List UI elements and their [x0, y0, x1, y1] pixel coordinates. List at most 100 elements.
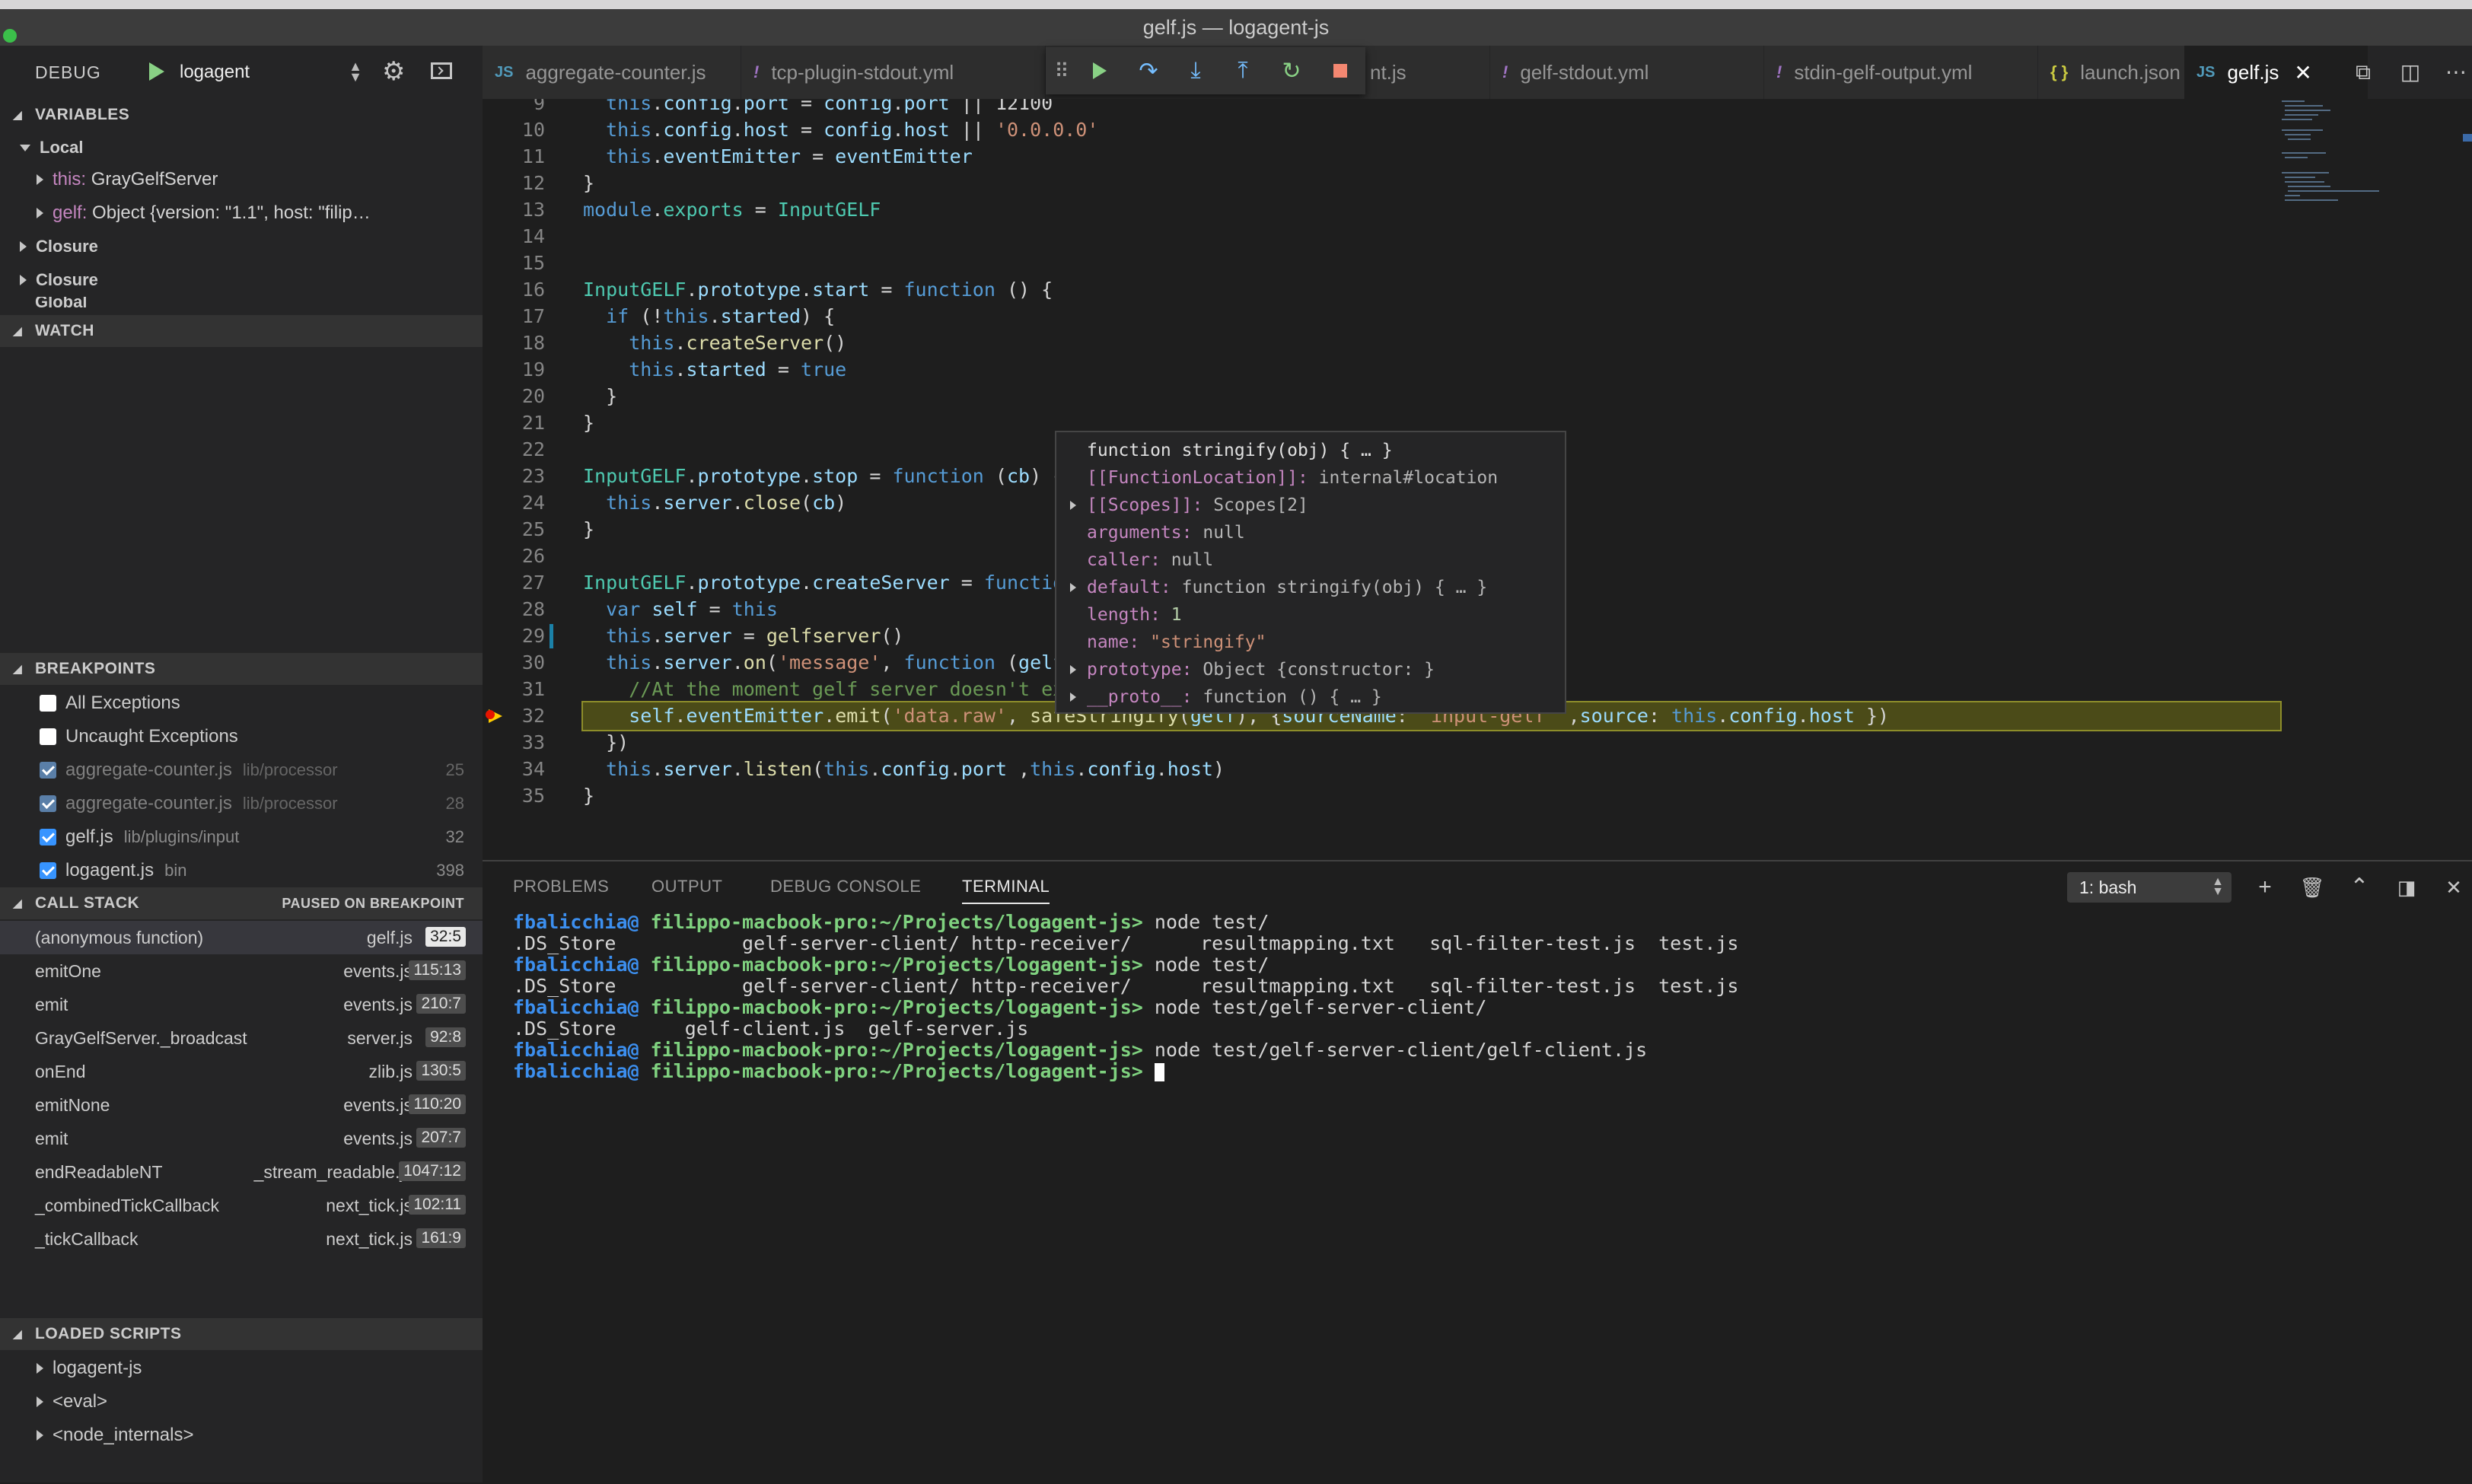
callstack-frame[interactable]: emitOne events.js 115:13 — [0, 954, 483, 988]
checkbox[interactable] — [40, 862, 56, 879]
variables-header[interactable]: ◢ VARIABLES — [0, 99, 483, 131]
line-number: 34 — [521, 758, 545, 780]
property-value: function () { … } — [1203, 687, 1382, 707]
hover-property[interactable]: [[Scopes]]: Scopes[2] — [1056, 492, 1565, 519]
terminal-output[interactable]: fbalicchia@ filippo-macbook-pro:~/Projec… — [513, 912, 2461, 1082]
step-over-icon[interactable]: ↷ — [1134, 56, 1163, 85]
prompt-user: fbalicchia@ — [513, 911, 639, 933]
variable-gelf[interactable]: gelf: Object {version: "1.1", host: "fil… — [0, 196, 483, 230]
chevron-up-icon[interactable]: ⌃ — [2344, 872, 2375, 903]
loaded-scripts-header[interactable]: ◢ LOADED SCRIPTS — [0, 1318, 483, 1350]
callstack-frame[interactable]: emit events.js 210:7 — [0, 988, 483, 1021]
gear-icon[interactable]: ⚙ — [382, 58, 405, 85]
continue-button[interactable] — [1085, 56, 1114, 85]
scope-closure[interactable]: Closure — [0, 263, 483, 297]
callstack-header[interactable]: ◢ CALL STACK PAUSED ON BREAKPOINT — [0, 887, 483, 919]
code-text: this.eventEmitter = eventEmitter — [606, 145, 973, 167]
breakpoint-item[interactable]: aggregate-counter.js lib/processor 28 — [0, 787, 483, 820]
tab-aggregate-counter[interactable]: JS aggregate-counter.js — [483, 46, 741, 99]
loaded-script-item[interactable]: <node_internals> — [0, 1419, 483, 1452]
code-line: 35} — [483, 782, 2472, 810]
overview-ruler-marker — [2463, 134, 2472, 142]
hover-property[interactable]: prototype: Object {constructor: } — [1056, 656, 1565, 683]
tab-nt-js[interactable]: nt.js — [1368, 46, 1490, 99]
checkbox[interactable] — [40, 762, 56, 779]
code-text: this.config.port = config.port || 12100 — [606, 99, 1053, 114]
tab-problems[interactable]: PROBLEMS — [513, 877, 609, 896]
line-number: 17 — [521, 305, 545, 327]
property-value: null — [1203, 523, 1245, 543]
restart-icon[interactable]: ↻ — [1277, 56, 1306, 85]
terminal-output-line: .DS_Store gelf-server-client/ http-recei… — [513, 933, 2461, 954]
callstack-frame[interactable]: _tickCallback next_tick.js 161:9 — [0, 1222, 483, 1256]
frame-file: next_tick.js — [326, 1229, 413, 1249]
step-into-icon[interactable]: ⤓ — [1181, 56, 1210, 85]
tab-gelf-js[interactable]: JS gelf.js ✕ — [2184, 46, 2368, 99]
tab-output[interactable]: OUTPUT — [651, 877, 722, 896]
checkbox[interactable] — [40, 728, 56, 745]
callstack-frame[interactable]: (anonymous function) gelf.js 32:5 — [0, 921, 483, 954]
callstack-frame[interactable]: onEnd zlib.js 130:5 — [0, 1055, 483, 1088]
line-number: 33 — [521, 731, 545, 753]
tab-debug-console[interactable]: DEBUG CONSOLE — [770, 877, 921, 896]
callstack-frame[interactable]: _combinedTickCallback next_tick.js 102:11 — [0, 1189, 483, 1222]
frame-position-badge: 210:7 — [416, 994, 466, 1014]
toggle-panel-icon[interactable]: ◨ — [2391, 872, 2422, 903]
loaded-script-item[interactable]: logagent-js — [0, 1352, 483, 1385]
breakpoint-item[interactable]: logagent.js bin 398 — [0, 854, 483, 887]
tab-terminal[interactable]: TERMINAL — [962, 877, 1050, 904]
scope-global[interactable]: Global — [0, 297, 483, 307]
checkbox[interactable] — [40, 795, 56, 812]
hover-property[interactable]: default: function stringify(obj) { … } — [1056, 574, 1565, 601]
code-line: 19 this.started = true — [483, 356, 2472, 384]
debug-console-icon[interactable] — [431, 62, 452, 79]
callstack-frame[interactable]: emitNone events.js 110:20 — [0, 1088, 483, 1122]
trash-icon[interactable]: 🗑 — [2297, 872, 2327, 903]
callstack-frame[interactable]: GrayGelfServer._broadcast server.js 92:8 — [0, 1021, 483, 1055]
breakpoint-item[interactable]: aggregate-counter.js lib/processor 25 — [0, 753, 483, 787]
prompt-path: filippo-macbook-pro:~/Projects/logagent-… — [650, 911, 1143, 933]
terminal-select[interactable]: 1: bash ▲ ▼ — [2067, 872, 2231, 903]
minimap[interactable] — [2280, 99, 2379, 221]
hover-property[interactable]: __proto__: function () { … } — [1056, 683, 1565, 711]
scope-closure[interactable]: Closure — [0, 230, 483, 263]
checkbox[interactable] — [40, 695, 56, 712]
launch-config-select[interactable]: logagent ▲ ▼ — [180, 58, 367, 87]
code-text: } — [583, 172, 595, 194]
tab-tcp-plugin-stdout[interactable]: ! tcp-plugin-stdout.yml — [741, 46, 1046, 99]
line-number: 19 — [521, 358, 545, 381]
frame-file: events.js — [343, 1095, 413, 1115]
window-zoom-button[interactable] — [3, 29, 17, 43]
chevron-right-icon — [37, 1396, 43, 1407]
drag-handle-icon[interactable]: ⠿ — [1047, 56, 1076, 85]
tab-stdin-gelf-output[interactable]: ! stdin-gelf-output.yml — [1764, 46, 2038, 99]
checkbox[interactable] — [40, 829, 56, 845]
debug-title: DEBUG — [35, 62, 101, 82]
start-debugging-button[interactable] — [142, 56, 172, 87]
breakpoint-item[interactable]: gelf.js lib/plugins/input 32 — [0, 820, 483, 854]
breakpoint-all-exceptions[interactable]: All Exceptions — [0, 686, 483, 720]
frame-position-badge: 1047:12 — [399, 1161, 466, 1181]
callstack-frame[interactable]: emit events.js 207:7 — [0, 1122, 483, 1155]
stop-button[interactable] — [1326, 56, 1355, 85]
watch-header[interactable]: ◢ WATCH — [0, 315, 483, 347]
scope-local[interactable]: Local — [0, 131, 483, 164]
step-out-icon[interactable]: ⤒ — [1228, 56, 1257, 85]
debug-toolbar: DEBUG logagent ▲ ▼ ⚙ — [0, 46, 483, 99]
new-terminal-icon[interactable]: + — [2250, 872, 2280, 903]
open-changes-icon[interactable]: ⧉ — [2350, 59, 2376, 85]
variable-this[interactable]: this: GrayGelfServer — [0, 163, 483, 196]
close-icon[interactable]: ✕ — [2294, 60, 2311, 85]
loaded-script-item[interactable]: <eval> — [0, 1385, 483, 1419]
more-actions-icon[interactable]: ⋯ — [2443, 59, 2469, 85]
tab-gelf-stdout[interactable]: ! gelf-stdout.yml — [1490, 46, 1764, 99]
frame-file: events.js — [343, 1129, 413, 1148]
split-editor-icon[interactable]: ◫ — [2397, 59, 2423, 85]
debug-hover-widget[interactable]: function stringify(obj) { … } [[Function… — [1055, 431, 1566, 714]
close-icon[interactable]: ✕ — [2439, 872, 2469, 903]
output-text: .DS_Store gelf-server-client/ http-recei… — [513, 932, 1739, 954]
property-value: Scopes[2] — [1213, 495, 1308, 515]
callstack-frame[interactable]: endReadableNT _stream_readable.js 1047:12 — [0, 1155, 483, 1189]
breakpoints-header[interactable]: ◢ BREAKPOINTS — [0, 653, 483, 685]
breakpoint-uncaught-exceptions[interactable]: Uncaught Exceptions — [0, 720, 483, 753]
